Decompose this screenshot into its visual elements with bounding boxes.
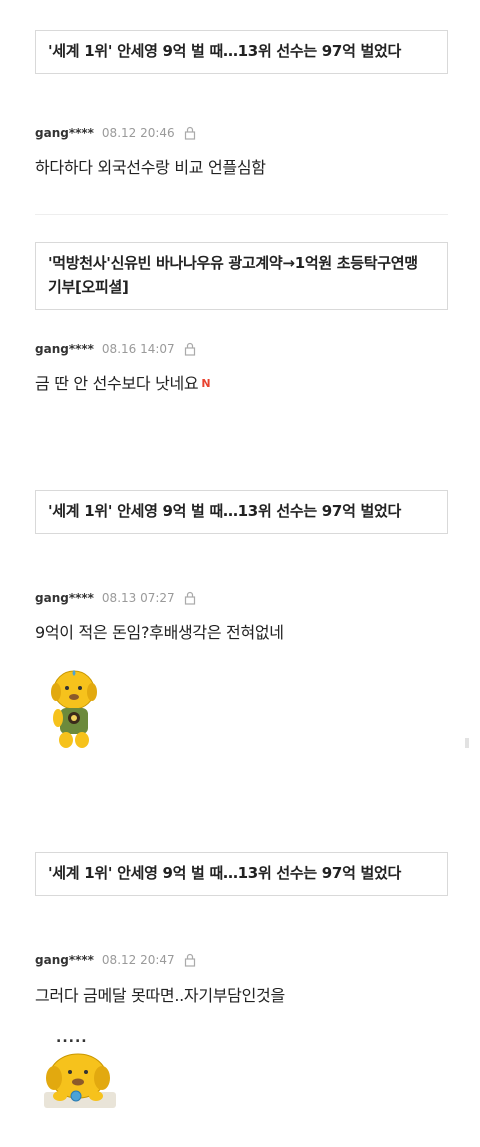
lock-icon (183, 953, 197, 967)
speechless-character-sticker: ..... (40, 1030, 120, 1110)
article-link-box[interactable]: '세계 1위' 안세영 9억 벌 때…13위 선수는 97억 벌었다 (35, 852, 448, 896)
article-link-box[interactable]: '세계 1위' 안세영 9억 벌 때…13위 선수는 97억 벌었다 (35, 30, 448, 74)
comment-username[interactable]: gang**** (35, 953, 94, 967)
article-title: '세계 1위' 안세영 9억 벌 때…13위 선수는 97억 벌었다 (48, 864, 401, 882)
lock-icon (183, 591, 197, 605)
comment-meta: gang**** 08.13 07:27 (35, 589, 197, 607)
comment-text: 그러다 금메달 못따면..자기부담인것을 (35, 986, 285, 1005)
new-badge: N (201, 377, 211, 390)
comment-divider (35, 214, 448, 215)
comment-username[interactable]: gang**** (35, 126, 94, 140)
comment-timestamp: 08.16 14:07 (101, 342, 175, 356)
comment-username[interactable]: gang**** (35, 591, 94, 605)
scroll-indicator[interactable] (465, 738, 469, 748)
comment-timestamp: 08.12 20:46 (101, 126, 175, 140)
lock-icon (183, 126, 197, 140)
comment-timestamp: 08.12 20:47 (101, 953, 175, 967)
comment-meta: gang**** 08.16 14:07 (35, 340, 197, 358)
thinking-character-sticker (44, 668, 104, 750)
comment-meta: gang**** 08.12 20:47 (35, 951, 197, 969)
comment-timestamp: 08.13 07:27 (101, 591, 175, 605)
article-title: '먹방천사'신유빈 바나나우유 광고계약→1억원 초등탁구연맹 기부[오피셜] (48, 254, 418, 296)
article-link-box[interactable]: '세계 1위' 안세영 9억 벌 때…13위 선수는 97억 벌었다 (35, 490, 448, 534)
article-link-box[interactable]: '먹방천사'신유빈 바나나우유 광고계약→1억원 초등탁구연맹 기부[오피셜] (35, 242, 448, 310)
comment-text: 9억이 적은 돈임?후배생각은 전혀없네 (35, 623, 284, 642)
comment-text: 하다하다 외국선수랑 비교 언플심함 (35, 158, 266, 177)
comment-text-row: 금 딴 안 선수보다 낫네요 N (35, 373, 211, 395)
lock-icon (183, 342, 197, 356)
article-title: '세계 1위' 안세영 9억 벌 때…13위 선수는 97억 벌었다 (48, 42, 401, 60)
comment-text: 금 딴 안 선수보다 낫네요 (35, 374, 199, 393)
comment-meta: gang**** 08.12 20:46 (35, 124, 197, 142)
comment-username[interactable]: gang**** (35, 342, 94, 356)
article-title: '세계 1위' 안세영 9억 벌 때…13위 선수는 97억 벌었다 (48, 502, 401, 520)
